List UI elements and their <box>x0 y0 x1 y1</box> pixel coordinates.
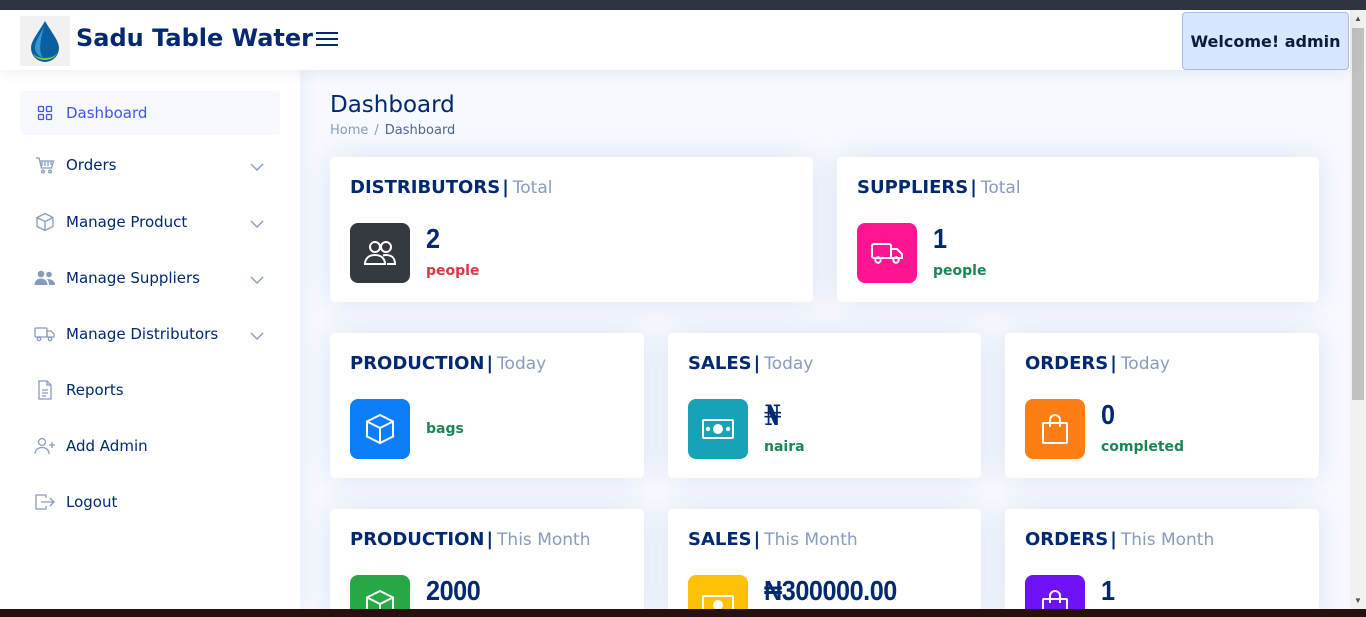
person-plus-icon <box>34 435 56 457</box>
header: Sadu Table Water Welcome! admin <box>0 10 1350 70</box>
sidebar-item-label: Manage Suppliers <box>66 269 200 287</box>
sidebar-item-reports[interactable]: Reports <box>20 368 280 412</box>
suppliers-card: SUPPLIERS | Total 1 people <box>837 157 1319 302</box>
sidebar-item-label: Manage Product <box>66 213 188 231</box>
sidebar: Dashboard Orders Manage Product Manage S… <box>0 70 300 609</box>
sidebar-item-label: Add Admin <box>66 437 148 455</box>
scrollbar-thumb[interactable] <box>1352 28 1364 400</box>
cash-icon <box>688 399 748 459</box>
card-title: SALES | Today <box>688 353 814 374</box>
production-month-card: PRODUCTION | This Month 2000 <box>330 509 644 617</box>
chevron-down-icon <box>250 271 264 289</box>
sidebar-item-label: Orders <box>66 156 117 174</box>
chevron-down-icon <box>250 215 264 233</box>
card-title: SALES | This Month <box>688 529 858 550</box>
card-title: ORDERS | This Month <box>1025 529 1215 550</box>
scroll-up-arrow-icon[interactable]: ▲ <box>1354 14 1362 23</box>
sidebar-item-manage-suppliers[interactable]: Manage Suppliers <box>20 256 280 300</box>
scroll-down-arrow-icon[interactable]: ▼ <box>1354 596 1362 605</box>
shopping-bag-icon <box>1025 399 1085 459</box>
card-title: PRODUCTION | This Month <box>350 529 591 550</box>
water-drop-logo[interactable] <box>20 16 70 66</box>
suppliers-unit: people <box>933 263 987 279</box>
chevron-down-icon <box>250 327 264 345</box>
sales-today-unit: naira <box>764 439 805 455</box>
orders-today-value: 0 <box>1101 399 1115 430</box>
truck-icon <box>34 323 56 345</box>
sidebar-item-label: Reports <box>66 381 124 399</box>
grid-icon <box>34 102 56 124</box>
sidebar-item-label: Manage Distributors <box>66 325 219 343</box>
cart-icon <box>34 154 56 176</box>
distributors-card: DISTRIBUTORS | Total 2 people <box>330 157 813 302</box>
orders-today-card: ORDERS | Today 0 completed <box>1005 333 1319 478</box>
page-scrollbar[interactable]: ▲ ▼ <box>1350 10 1366 609</box>
browser-bottom-strip <box>0 609 1366 617</box>
sidebar-item-add-admin[interactable]: Add Admin <box>20 424 280 468</box>
breadcrumb: Home / Dashboard <box>330 123 456 138</box>
sales-today-value: ₦ <box>764 399 782 432</box>
page-title: Dashboard <box>330 92 455 118</box>
main-content: Dashboard Home / Dashboard DISTRIBUTORS | To… <box>300 70 1350 617</box>
people-icon <box>34 267 56 289</box>
sidebar-item-manage-distributors[interactable]: Manage Distributors <box>20 312 280 356</box>
welcome-badge[interactable]: Welcome! admin <box>1182 12 1349 70</box>
sales-today-card: SALES | Today ₦ naira <box>668 333 981 478</box>
orders-month-card: ORDERS | This Month 1 <box>1005 509 1319 617</box>
distributors-unit: people <box>426 263 480 279</box>
sidebar-item-label: Dashboard <box>66 104 148 122</box>
box-icon <box>34 211 56 233</box>
sidebar-item-orders[interactable]: Orders <box>20 143 280 187</box>
card-title: DISTRIBUTORS | Total <box>350 177 553 198</box>
box-icon <box>350 399 410 459</box>
sidebar-item-manage-product[interactable]: Manage Product <box>20 200 280 244</box>
orders-month-value: 1 <box>1101 575 1115 606</box>
production-today-card: PRODUCTION | Today bags <box>330 333 644 478</box>
card-title: ORDERS | Today <box>1025 353 1170 374</box>
sales-month-card: SALES | This Month ₦300000.00 <box>668 509 981 617</box>
sidebar-item-label: Logout <box>66 493 118 511</box>
chevron-down-icon <box>250 158 264 176</box>
sales-month-value: ₦300000.00 <box>764 575 897 606</box>
breadcrumb-home-link[interactable]: Home <box>330 123 368 138</box>
people-icon <box>350 223 410 283</box>
browser-top-strip <box>0 0 1366 10</box>
brand-title[interactable]: Sadu Table Water <box>76 24 313 52</box>
breadcrumb-current: Dashboard <box>384 123 456 138</box>
card-title: SUPPLIERS | Total <box>857 177 1021 198</box>
production-month-value: 2000 <box>426 575 481 606</box>
logout-icon <box>34 491 56 513</box>
document-icon <box>34 379 56 401</box>
suppliers-count: 1 <box>933 223 947 254</box>
menu-toggle-icon[interactable] <box>314 28 340 50</box>
distributors-count: 2 <box>426 223 440 254</box>
truck-icon <box>857 223 917 283</box>
card-title: PRODUCTION | Today <box>350 353 547 374</box>
orders-today-unit: completed <box>1101 439 1185 455</box>
sidebar-item-dashboard[interactable]: Dashboard <box>20 91 280 135</box>
production-today-unit: bags <box>426 421 464 437</box>
sidebar-item-logout[interactable]: Logout <box>20 480 280 524</box>
